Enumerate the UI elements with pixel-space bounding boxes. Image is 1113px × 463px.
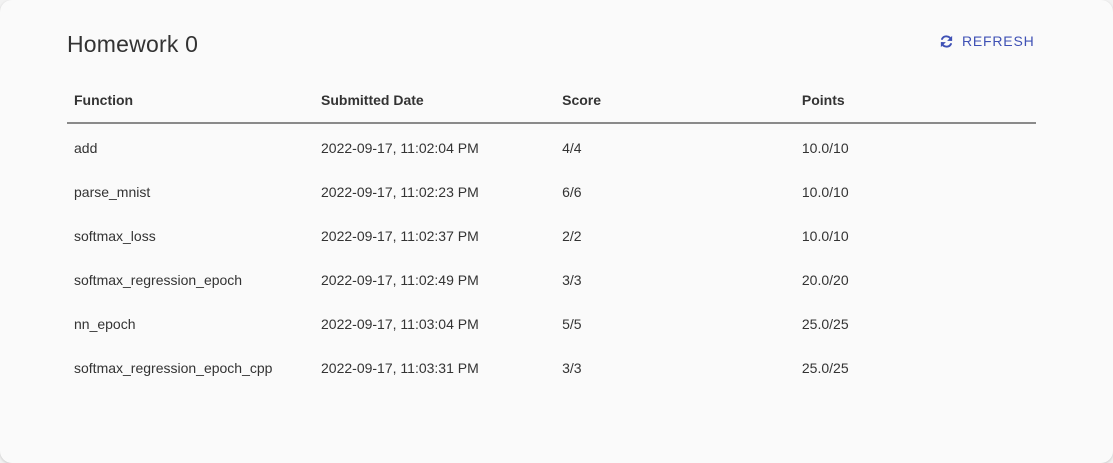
- submitted-date-cell: 2022-09-17, 11:02:37 PM: [321, 228, 479, 244]
- table-row: softmax_regression_epoch_cpp 2022-09-17,…: [67, 346, 1036, 390]
- submissions-table: Function Submitted Date Score Points add…: [67, 78, 1036, 390]
- table-row: softmax_loss 2022-09-17, 11:02:37 PM 2/2…: [67, 214, 1036, 258]
- points-cell: 25.0/25: [801, 316, 849, 332]
- table-row: add 2022-09-17, 11:02:04 PM 4/4 10.0/10: [67, 123, 1036, 170]
- submitted-date-cell: 2022-09-17, 11:02:04 PM: [321, 140, 479, 156]
- points-cell: 10.0/10: [801, 140, 849, 156]
- points-cell: 10.0/10: [801, 228, 849, 244]
- score-cell: 5/5: [562, 316, 582, 332]
- score-cell: 6/6: [562, 184, 582, 200]
- column-header-score[interactable]: Score: [555, 78, 795, 124]
- points-cell: 25.0/25: [801, 360, 849, 376]
- score-cell: 3/3: [562, 360, 582, 376]
- function-cell: parse_mnist: [74, 184, 151, 200]
- score-cell: 4/4: [562, 140, 582, 156]
- table-header-row: Function Submitted Date Score Points: [67, 78, 1036, 124]
- table-row: nn_epoch 2022-09-17, 11:03:04 PM 5/5 25.…: [67, 302, 1036, 346]
- submitted-date-cell: 2022-09-17, 11:03:31 PM: [321, 360, 479, 376]
- submitted-date-cell: 2022-09-17, 11:02:49 PM: [321, 272, 479, 288]
- refresh-label: REFRESH: [962, 33, 1035, 49]
- refresh-icon: [939, 34, 954, 49]
- column-header-points[interactable]: Points: [794, 78, 1036, 124]
- function-cell: softmax_regression_epoch_cpp: [74, 360, 273, 376]
- submitted-date-cell: 2022-09-17, 11:03:04 PM: [321, 316, 479, 332]
- function-cell: nn_epoch: [74, 316, 136, 332]
- column-header-function[interactable]: Function: [67, 78, 315, 124]
- homework-card: Homework 0 REFRESH Function Submitted Da…: [0, 0, 1113, 463]
- score-cell: 2/2: [562, 228, 582, 244]
- table-row: softmax_regression_epoch 2022-09-17, 11:…: [67, 258, 1036, 302]
- points-cell: 20.0/20: [801, 272, 849, 288]
- function-cell: softmax_regression_epoch: [74, 272, 243, 288]
- refresh-button[interactable]: REFRESH: [929, 26, 1045, 56]
- page-title: Homework 0: [67, 31, 199, 57]
- points-cell: 10.0/10: [801, 184, 849, 200]
- score-cell: 3/3: [562, 272, 582, 288]
- function-cell: add: [74, 140, 98, 156]
- submitted-date-cell: 2022-09-17, 11:02:23 PM: [321, 184, 479, 200]
- table-row: parse_mnist 2022-09-17, 11:02:23 PM 6/6 …: [67, 170, 1036, 214]
- function-cell: softmax_loss: [74, 228, 156, 244]
- column-header-submitted-date[interactable]: Submitted Date: [314, 78, 556, 124]
